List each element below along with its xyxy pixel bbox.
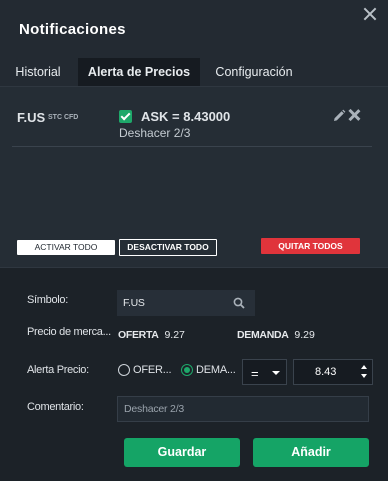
bid-value: 9.27 <box>164 329 185 341</box>
tab-alerta-de-precios[interactable]: Alerta de Precios <box>78 58 200 86</box>
radio-bid-label[interactable]: OFER... <box>133 364 172 376</box>
spinner-up-icon[interactable] <box>361 365 367 369</box>
remove-all-button[interactable]: QUITAR TODOS <box>261 238 360 254</box>
deactivate-all-button[interactable]: DESACTIVAR TODO <box>119 239 217 256</box>
comment-field[interactable]: Deshacer 2/3 <box>117 396 369 422</box>
operator-value: = <box>251 366 259 381</box>
comment-field-value: Deshacer 2/3 <box>124 403 185 415</box>
market-price-label: Precio de merca... <box>27 326 111 338</box>
symbol-label: Símbolo: <box>27 294 69 306</box>
ask-label: DEMANDA <box>237 329 289 341</box>
ask-price: DEMANDA 9.29 <box>237 329 315 341</box>
alert-comment: Deshacer 2/3 <box>119 126 191 140</box>
alert-row[interactable]: F.US STC CFD ASK = 8.43000 Deshacer 2/3 <box>12 99 372 147</box>
pencil-icon[interactable] <box>332 109 346 123</box>
radio-ask[interactable] <box>181 364 193 376</box>
spinner-down-icon[interactable] <box>361 374 367 378</box>
notifications-window: Notificaciones Historial Alerta de Preci… <box>0 0 388 481</box>
tab-historial[interactable]: Historial <box>0 58 76 86</box>
bid-label: OFERTA <box>118 329 159 341</box>
radio-ask-label[interactable]: DEMA... <box>196 364 236 376</box>
tab-bar: Historial Alerta de Precios Configuració… <box>0 58 388 87</box>
comment-label: Comentario: <box>27 401 84 413</box>
symbol-input[interactable]: F.US <box>117 290 255 316</box>
alert-condition: ASK = 8.43000 <box>141 109 231 124</box>
close-icon[interactable] <box>362 6 378 22</box>
search-icon[interactable] <box>233 297 245 309</box>
alert-symbol: F.US <box>17 110 46 125</box>
tab-configuracion[interactable]: Configuración <box>202 58 306 86</box>
alert-form: Símbolo: F.US Precio de merca... OFERTA … <box>0 268 388 481</box>
price-stepper[interactable]: 8.43 <box>293 359 373 385</box>
alert-enabled-checkbox[interactable] <box>119 110 132 123</box>
price-alert-label: Alerta Precio: <box>27 364 89 376</box>
delete-x-icon[interactable] <box>348 109 360 121</box>
window-title: Notificaciones <box>19 21 126 38</box>
chevron-down-icon <box>272 371 280 375</box>
operator-select[interactable]: = <box>242 359 287 385</box>
bid-price: OFERTA 9.27 <box>118 329 185 341</box>
symbol-input-value: F.US <box>123 297 145 309</box>
window-header: Notificaciones <box>0 0 388 58</box>
price-value: 8.43 <box>315 366 337 378</box>
add-button[interactable]: Añadir <box>253 438 369 467</box>
alert-symbol-tag: STC CFD <box>48 114 79 121</box>
ask-value: 9.29 <box>294 329 315 341</box>
radio-bid[interactable] <box>118 364 130 376</box>
activate-all-button[interactable]: ACTIVAR TODO <box>17 240 115 255</box>
save-button[interactable]: Guardar <box>124 438 240 467</box>
